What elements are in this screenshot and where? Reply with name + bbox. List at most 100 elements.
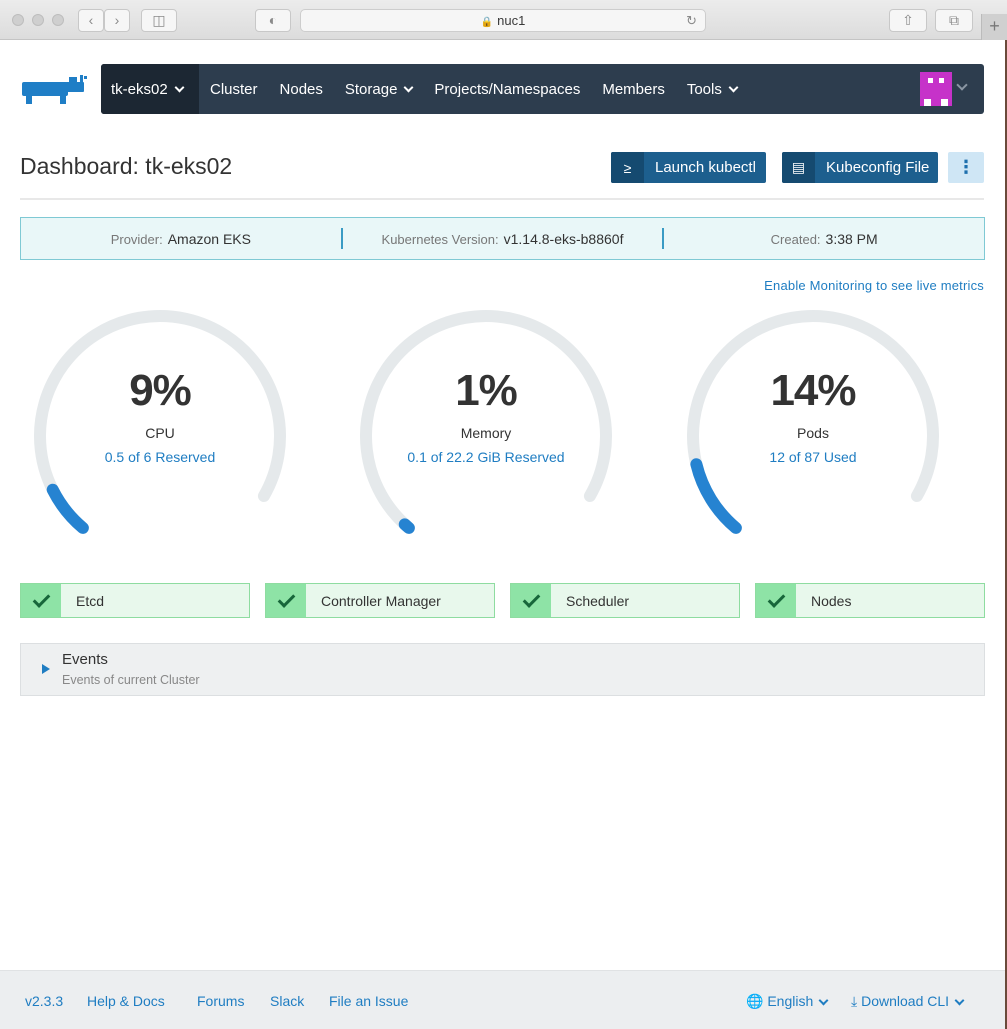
- k8s-version-value: v1.14.8-eks-b8860f: [503, 230, 624, 247]
- memory-percent: 1%: [455, 366, 518, 415]
- chevron-right-icon[interactable]: ›: [104, 9, 130, 32]
- terminal-icon: ≥: [611, 152, 644, 183]
- browser-toolbar: ‹ › ◫ ◐ 🔒 nuc1 ↻ ⇧ ⧉ +: [0, 0, 1007, 40]
- main-nav: tk-eks02 Cluster Nodes Storage Projects/…: [101, 64, 984, 114]
- nav-projects-label: Projects/Namespaces: [434, 80, 581, 98]
- forums-link[interactable]: Forums: [197, 993, 244, 1009]
- nav-storage-label: Storage: [344, 80, 398, 98]
- download-cli-button[interactable]: ⤓ Download CLI: [851, 993, 965, 1010]
- provider-value: Amazon EKS: [167, 230, 251, 247]
- cluster-switcher[interactable]: tk-eks02: [101, 64, 199, 114]
- status-nodes: Nodes: [755, 583, 985, 618]
- nav-tools[interactable]: Tools: [676, 64, 748, 114]
- memory-label: Memory: [460, 425, 512, 441]
- gauge-fill: [398, 518, 415, 534]
- nav-cluster[interactable]: Cluster: [199, 64, 269, 114]
- chevron-down-icon: [818, 995, 829, 1006]
- events-subtitle: Events of current Cluster: [62, 673, 200, 687]
- launch-kubectl-button[interactable]: ≥ Launch kubectl: [611, 152, 766, 183]
- title-divider: [20, 198, 984, 200]
- url-bar[interactable]: 🔒 nuc1 ↻: [300, 9, 706, 32]
- status-etcd-label: Etcd: [76, 592, 105, 609]
- footer: v2.3.3 Help & Docs Forums Slack File an …: [0, 970, 1005, 1029]
- provider-info: Provider: Amazon EKS: [21, 231, 341, 247]
- sidebar-toggle-icon[interactable]: ◫: [141, 9, 177, 32]
- memory-gauge: 1% Memory 0.1 of 22.2 GiB Reserved: [346, 300, 626, 540]
- memory-gauge-arc: [360, 310, 612, 534]
- status-controller-manager: Controller Manager: [265, 583, 495, 618]
- status-controller-manager-label: Controller Manager: [321, 592, 441, 609]
- user-avatar[interactable]: [920, 72, 952, 106]
- reload-icon[interactable]: ↻: [686, 10, 697, 31]
- language-label: English: [767, 993, 814, 1009]
- status-scheduler: Scheduler: [510, 583, 740, 618]
- created-info: Created: 3:38 PM: [664, 231, 984, 247]
- rancher-logo[interactable]: [20, 70, 90, 110]
- gauge-track: [687, 310, 939, 534]
- new-tab-button[interactable]: +: [981, 14, 1007, 40]
- pods-gauge: 14% Pods 12 of 87 Used: [673, 300, 953, 540]
- vertical-dots-icon: ⋮: [957, 157, 975, 177]
- download-icon: ⤓: [851, 993, 858, 1009]
- pods-percent: 14%: [770, 366, 856, 415]
- cluster-info-bar: Provider: Amazon EKS Kubernetes Version: v…: [20, 217, 985, 260]
- chevron-down-icon: [954, 995, 965, 1006]
- url-text: nuc1: [497, 13, 526, 28]
- page-title: Dashboard: tk-eks02: [20, 153, 233, 179]
- close-window-button[interactable]: [12, 14, 24, 26]
- gauge-fill: [690, 458, 742, 534]
- nav-members-label: Members: [602, 80, 665, 98]
- nav-nodes[interactable]: Nodes: [269, 64, 334, 114]
- privacy-icon[interactable]: ◐: [255, 9, 291, 32]
- tabs-overview-icon[interactable]: ⧉: [935, 9, 973, 32]
- k8s-version-info: Kubernetes Version: v1.14.8-eks-b8860f: [343, 231, 663, 247]
- memory-reserved[interactable]: 0.1 of 22.2 GiB Reserved: [346, 449, 626, 465]
- kubeconfig-file-button[interactable]: ▤ Kubeconfig File: [782, 152, 938, 183]
- check-icon: [756, 584, 796, 617]
- events-panel[interactable]: Events Events of current Cluster: [20, 643, 985, 696]
- globe-icon: 🌐: [746, 993, 764, 1009]
- zoom-window-button[interactable]: [52, 14, 64, 26]
- k8s-version-label: Kubernetes Version:: [381, 231, 499, 247]
- pods-label: Pods: [797, 425, 829, 441]
- chevron-down-icon: [403, 82, 414, 92]
- pods-used[interactable]: 12 of 87 Used: [673, 449, 953, 465]
- chevron-left-icon[interactable]: ‹: [78, 9, 104, 32]
- gauge-fill: [46, 483, 89, 534]
- help-docs-link[interactable]: Help & Docs: [87, 993, 165, 1009]
- nav-cluster-label: Cluster: [210, 80, 258, 98]
- enable-monitoring-link[interactable]: Enable Monitoring to see live metrics: [764, 278, 984, 293]
- version-link[interactable]: v2.3.3: [25, 993, 63, 1009]
- minimize-window-button[interactable]: [32, 14, 44, 26]
- nav-tools-label: Tools: [686, 80, 722, 98]
- nav-storage[interactable]: Storage: [334, 64, 424, 114]
- share-icon[interactable]: ⇧: [889, 9, 927, 32]
- provider-label: Provider:: [110, 231, 163, 247]
- more-actions-button[interactable]: ⋮: [948, 152, 984, 183]
- cpu-reserved[interactable]: 0.5 of 6 Reserved: [20, 449, 300, 465]
- cpu-gauge-arc: [34, 310, 286, 534]
- cluster-name: tk-eks02: [111, 80, 168, 98]
- slack-link[interactable]: Slack: [270, 993, 304, 1009]
- cpu-gauge: 9% CPU 0.5 of 6 Reserved: [20, 300, 300, 540]
- chevron-down-icon: [728, 82, 739, 92]
- expand-triangle-icon[interactable]: [42, 664, 50, 674]
- language-selector[interactable]: 🌐 English: [746, 993, 829, 1010]
- status-nodes-label: Nodes: [811, 592, 852, 609]
- created-label: Created:: [770, 231, 821, 247]
- cpu-label: CPU: [145, 425, 175, 441]
- download-cli-label: Download CLI: [861, 993, 950, 1009]
- lock-icon: 🔒: [480, 17, 494, 28]
- chevron-down-icon: [174, 82, 185, 92]
- file-issue-link[interactable]: File an Issue: [329, 993, 408, 1009]
- status-etcd: Etcd: [20, 583, 250, 618]
- file-icon: ▤: [782, 152, 815, 183]
- launch-kubectl-label: Launch kubectl: [655, 159, 756, 176]
- check-icon: [21, 584, 61, 617]
- nav-members[interactable]: Members: [591, 64, 676, 114]
- created-value: 3:38 PM: [825, 230, 878, 247]
- gauge-track: [34, 310, 286, 534]
- events-title: Events: [62, 651, 108, 668]
- nav-projects-namespaces[interactable]: Projects/Namespaces: [423, 64, 591, 114]
- kubeconfig-file-label: Kubeconfig File: [826, 159, 930, 176]
